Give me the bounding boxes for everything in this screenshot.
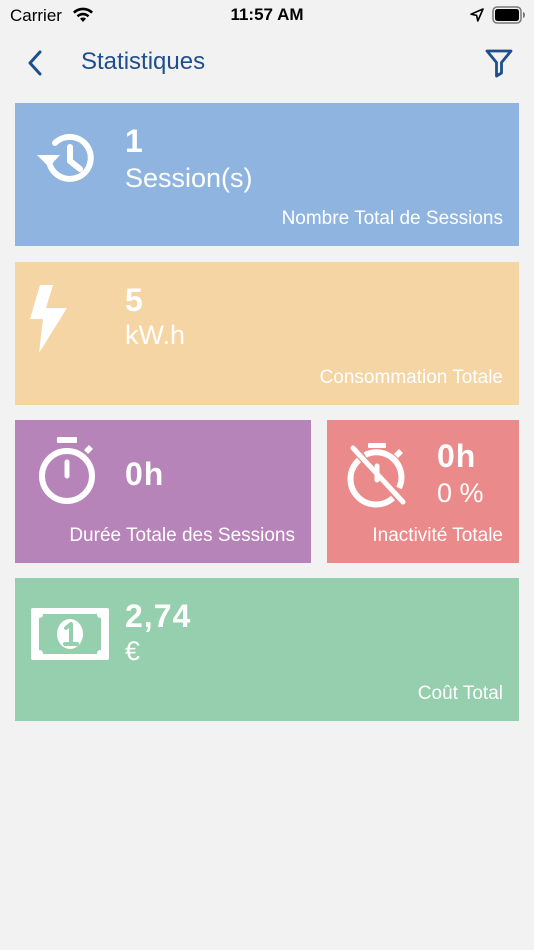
chevron-left-icon (28, 50, 42, 76)
lightning-bolt-icon (30, 285, 67, 353)
cost-value: 2,74 (125, 598, 192, 634)
filter-icon (485, 49, 513, 78)
status-time: 11:57 AM (230, 5, 304, 24)
consumption-label: Consommation Totale (319, 367, 503, 388)
inactivity-label: Inactivité Totale (372, 525, 503, 546)
inactivity-card: 0h 0 % Inactivité Totale (327, 420, 519, 563)
sessions-card: 1 Session(s) Nombre Total de Sessions (15, 103, 519, 246)
duration-card: 0h Durée Totale des Sessions (15, 420, 311, 563)
banknote-icon (31, 608, 109, 660)
battery-icon (492, 6, 525, 24)
sessions-unit: Session(s) (125, 163, 253, 193)
inactivity-value: 0h (437, 438, 477, 474)
duration-value: 0h (125, 456, 165, 492)
stopwatch-off-icon (347, 443, 406, 508)
nav-bar: Statistiques (0, 34, 534, 92)
location-arrow-icon (470, 8, 484, 22)
stopwatch-icon (39, 437, 95, 504)
sessions-count: 1 (125, 123, 144, 159)
back-button[interactable] (18, 46, 52, 80)
consumption-unit: kW.h (125, 320, 186, 350)
consumption-value: 5 (125, 282, 144, 318)
filter-button[interactable] (482, 46, 516, 80)
sessions-label: Nombre Total de Sessions (281, 208, 503, 229)
history-clock-icon (37, 133, 94, 182)
status-bar: Carrier 11:57 AM (0, 0, 534, 32)
cost-label: Coût Total (417, 683, 503, 704)
cost-card: 2,74 € Coût Total (15, 578, 519, 721)
inactivity-percent: 0 % (437, 478, 484, 508)
consumption-card: 5 kW.h Consommation Totale (15, 262, 519, 405)
cost-currency: € (125, 636, 141, 666)
page-title: Statistiques (81, 48, 206, 75)
duration-label: Durée Totale des Sessions (69, 525, 295, 546)
